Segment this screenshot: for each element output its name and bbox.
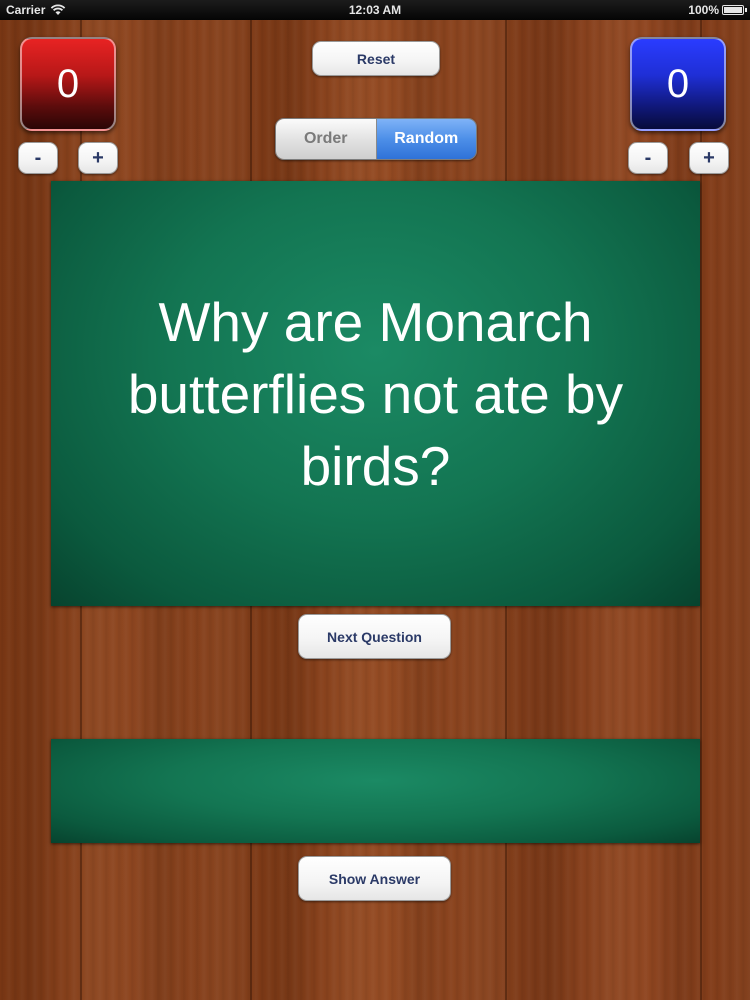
red-minus-button[interactable]: -	[18, 142, 58, 174]
mode-segmented-control: Order Random	[275, 118, 477, 160]
red-plus-button[interactable]: +	[78, 142, 118, 174]
battery-percent: 100%	[688, 3, 719, 17]
question-text: Why are Monarch butterflies not ate by b…	[127, 290, 624, 497]
next-question-button[interactable]: Next Question	[298, 614, 451, 659]
blue-team-score: 0	[630, 37, 726, 131]
status-battery: 100%	[688, 3, 747, 17]
battery-fill	[724, 7, 742, 13]
blue-minus-button[interactable]: -	[628, 142, 668, 174]
battery-icon	[722, 5, 747, 15]
segment-random[interactable]: Random	[376, 119, 476, 159]
reset-button[interactable]: Reset	[312, 41, 440, 76]
show-answer-button[interactable]: Show Answer	[298, 856, 451, 901]
red-team-score: 0	[20, 37, 116, 131]
question-board: Why are Monarch butterflies not ate by b…	[51, 181, 700, 606]
segment-order[interactable]: Order	[276, 119, 377, 159]
status-time: 12:03 AM	[348, 3, 402, 17]
answer-board	[51, 739, 700, 843]
status-bar: Carrier 12:03 AM 100%	[0, 0, 750, 20]
blue-plus-button[interactable]: +	[689, 142, 729, 174]
